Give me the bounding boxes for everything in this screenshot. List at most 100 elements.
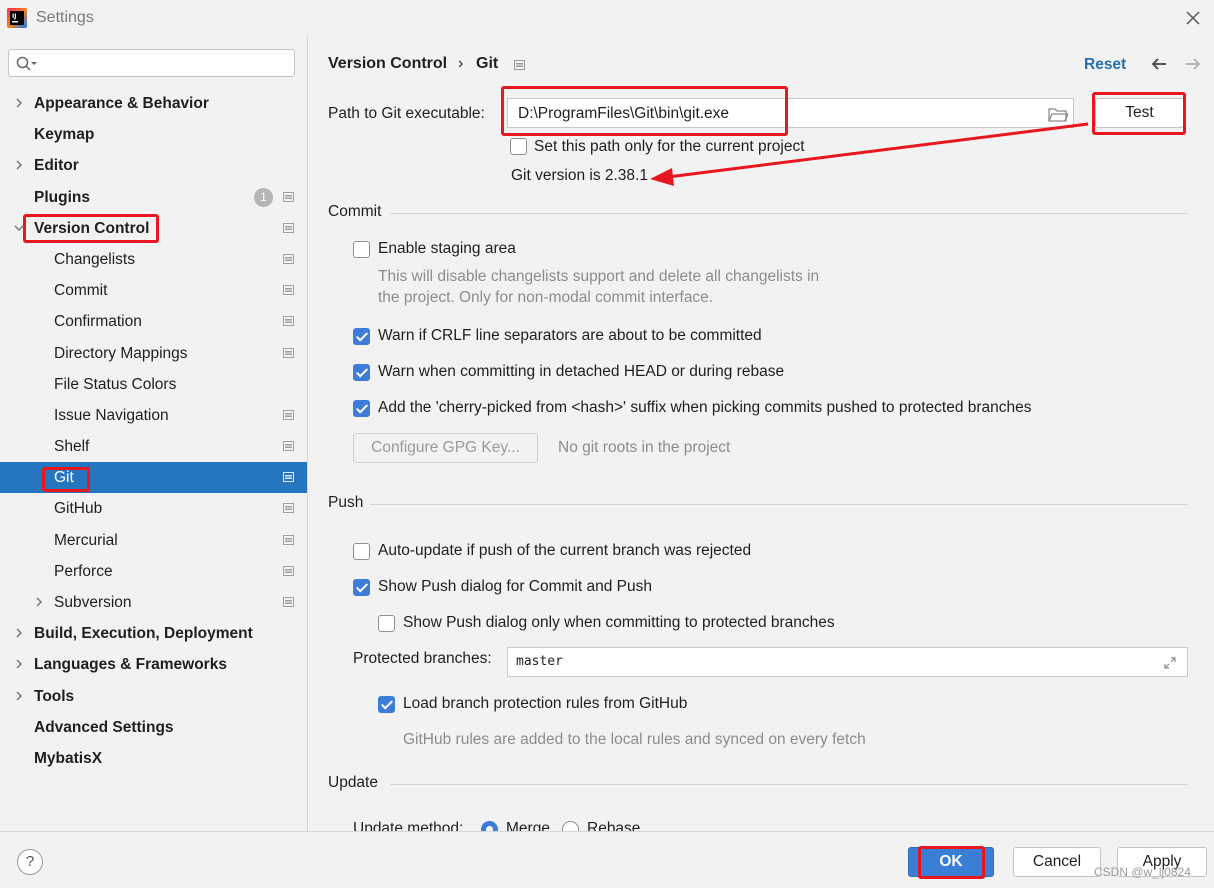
load-rules-checkbox[interactable]: [378, 696, 395, 713]
warn-crlf-checkbox[interactable]: [353, 328, 370, 345]
sidebar-item-appearance-behavior[interactable]: Appearance & Behavior: [0, 88, 307, 119]
chevron-right-icon[interactable]: [34, 597, 44, 607]
update-section-title: Update: [328, 774, 378, 791]
enable-staging-checkbox[interactable]: [353, 241, 370, 258]
chevron-right-icon[interactable]: [14, 659, 24, 669]
auto-update-checkbox[interactable]: [353, 543, 370, 560]
push-section-title: Push: [328, 494, 364, 511]
sidebar-item-version-control[interactable]: Version Control: [0, 213, 307, 244]
sidebar-item-label: Directory Mappings: [54, 344, 188, 362]
sidebar-item-file-status-colors[interactable]: File Status Colors: [0, 369, 307, 400]
reset-link[interactable]: Reset: [1084, 56, 1126, 74]
project-icon: [283, 565, 294, 576]
cherry-pick-label: Add the 'cherry-picked from <hash>' suff…: [378, 399, 1032, 416]
help-button[interactable]: ?: [17, 849, 43, 875]
chevron-right-icon[interactable]: [14, 628, 24, 638]
sidebar-item-label: File Status Colors: [54, 375, 177, 393]
merge-radio[interactable]: [481, 821, 498, 831]
breadcrumb-parent[interactable]: Version Control: [328, 55, 447, 73]
update-separator: [390, 784, 1188, 785]
test-button[interactable]: Test: [1095, 98, 1184, 128]
search-input[interactable]: [8, 49, 295, 77]
sidebar-item-shelf[interactable]: Shelf: [0, 431, 307, 462]
show-push-dialog-checkbox[interactable]: [353, 579, 370, 596]
sidebar-item-perforce[interactable]: Perforce: [0, 556, 307, 587]
set-path-only-checkbox[interactable]: [510, 138, 527, 155]
staging-description-2: the project. Only for non-modal commit i…: [378, 289, 714, 306]
sidebar-item-advanced-settings[interactable]: Advanced Settings: [0, 712, 307, 743]
sidebar-item-label: Languages & Frameworks: [34, 656, 227, 674]
chevron-down-icon[interactable]: [14, 223, 24, 233]
project-icon: [283, 441, 294, 452]
sidebar-item-label: Git: [54, 469, 74, 487]
breadcrumb-separator: ›: [458, 55, 464, 72]
arrow-right-icon[interactable]: [1184, 56, 1202, 72]
sidebar-item-git[interactable]: Git: [0, 462, 307, 494]
sidebar-item-confirmation[interactable]: Confirmation: [0, 306, 307, 337]
chevron-right-icon[interactable]: [14, 160, 24, 170]
show-push-protected-label: Show Push dialog only when committing to…: [403, 614, 835, 631]
arrow-left-icon[interactable]: [1150, 56, 1168, 72]
sidebar-item-editor[interactable]: Editor: [0, 150, 307, 181]
sidebar-item-label: Commit: [54, 282, 108, 300]
staging-description-1: This will disable changelists support an…: [378, 268, 820, 285]
sidebar-item-directory-mappings[interactable]: Directory Mappings: [0, 338, 307, 369]
sidebar-item-mybatisx[interactable]: MybatisX: [0, 743, 307, 774]
protected-branches-label: Protected branches:: [353, 650, 492, 667]
dialog-footer: ? OK Cancel Apply CSDN @w_lj0824: [0, 831, 1214, 888]
project-icon: [283, 253, 294, 264]
sidebar-item-label: Mercurial: [54, 531, 118, 549]
sidebar-item-changelists[interactable]: Changelists: [0, 244, 307, 275]
settings-sidebar: Appearance & Behavior Keymap Editor Plugins…: [0, 36, 308, 831]
set-path-only-label: Set this path only for the current proje…: [534, 138, 805, 155]
sidebar-item-commit[interactable]: Commit: [0, 275, 307, 306]
show-push-dialog-label: Show Push dialog for Commit and Push: [378, 578, 652, 595]
chevron-right-icon[interactable]: [14, 98, 24, 108]
sidebar-item-mercurial[interactable]: Mercurial: [0, 525, 307, 556]
settings-tree: Appearance & Behavior Keymap Editor Plugins…: [0, 88, 307, 774]
ok-button[interactable]: OK: [908, 847, 994, 877]
sidebar-item-label: Tools: [34, 687, 75, 705]
protected-branches-field[interactable]: master: [507, 647, 1188, 677]
folder-icon[interactable]: [1048, 107, 1068, 122]
sidebar-item-plugins[interactable]: Plugins 1: [0, 182, 307, 213]
cherry-pick-checkbox[interactable]: [353, 400, 370, 417]
close-icon[interactable]: [1182, 7, 1204, 29]
rebase-radio[interactable]: [562, 821, 579, 831]
sidebar-item-languages-frameworks[interactable]: Languages & Frameworks: [0, 649, 307, 680]
sidebar-item-label: Confirmation: [54, 313, 142, 331]
expand-icon[interactable]: [1163, 656, 1177, 670]
sidebar-item-label: Shelf: [54, 438, 90, 456]
project-icon: [283, 597, 294, 607]
sidebar-item-label: Keymap: [34, 126, 95, 144]
sidebar-item-label: Editor: [34, 157, 79, 175]
project-icon: [283, 316, 294, 327]
project-icon: [283, 409, 294, 420]
intellij-icon: IJ: [7, 8, 27, 28]
load-rules-label: Load branch protection rules from GitHub: [403, 695, 688, 712]
warn-detached-checkbox[interactable]: [353, 364, 370, 381]
sidebar-item-build-execution-deployment[interactable]: Build, Execution, Deployment: [0, 618, 307, 649]
rebase-label: Rebase: [587, 820, 641, 831]
sidebar-item-keymap[interactable]: Keymap: [0, 119, 307, 150]
sidebar-item-tools[interactable]: Tools: [0, 681, 307, 712]
git-path-field[interactable]: D:\ProgramFiles\Git\bin\git.exe: [507, 98, 1074, 128]
sidebar-item-github[interactable]: GitHub: [0, 493, 307, 524]
update-method-label: Update method:: [353, 820, 464, 831]
cancel-button[interactable]: Cancel: [1013, 847, 1101, 877]
window-title: Settings: [36, 9, 94, 26]
sidebar-item-subversion[interactable]: Subversion: [0, 587, 307, 618]
configure-gpg-button[interactable]: Configure GPG Key...: [353, 433, 538, 463]
warn-detached-label: Warn when committing in detached HEAD or…: [378, 363, 785, 380]
git-settings-panel: Version Control › Git Reset Path to Git …: [308, 36, 1214, 831]
sidebar-item-label: Plugins: [34, 188, 90, 206]
chevron-right-icon[interactable]: [14, 691, 24, 701]
auto-update-label: Auto-update if push of the current branc…: [378, 542, 752, 559]
commit-section-title: Commit: [328, 203, 382, 220]
sidebar-item-label: Version Control: [34, 219, 150, 237]
sidebar-item-issue-navigation[interactable]: Issue Navigation: [0, 400, 307, 431]
sidebar-item-label: GitHub: [54, 500, 103, 518]
sidebar-item-label: Issue Navigation: [54, 406, 169, 424]
show-push-protected-checkbox[interactable]: [378, 615, 395, 632]
commit-separator: [390, 213, 1188, 214]
